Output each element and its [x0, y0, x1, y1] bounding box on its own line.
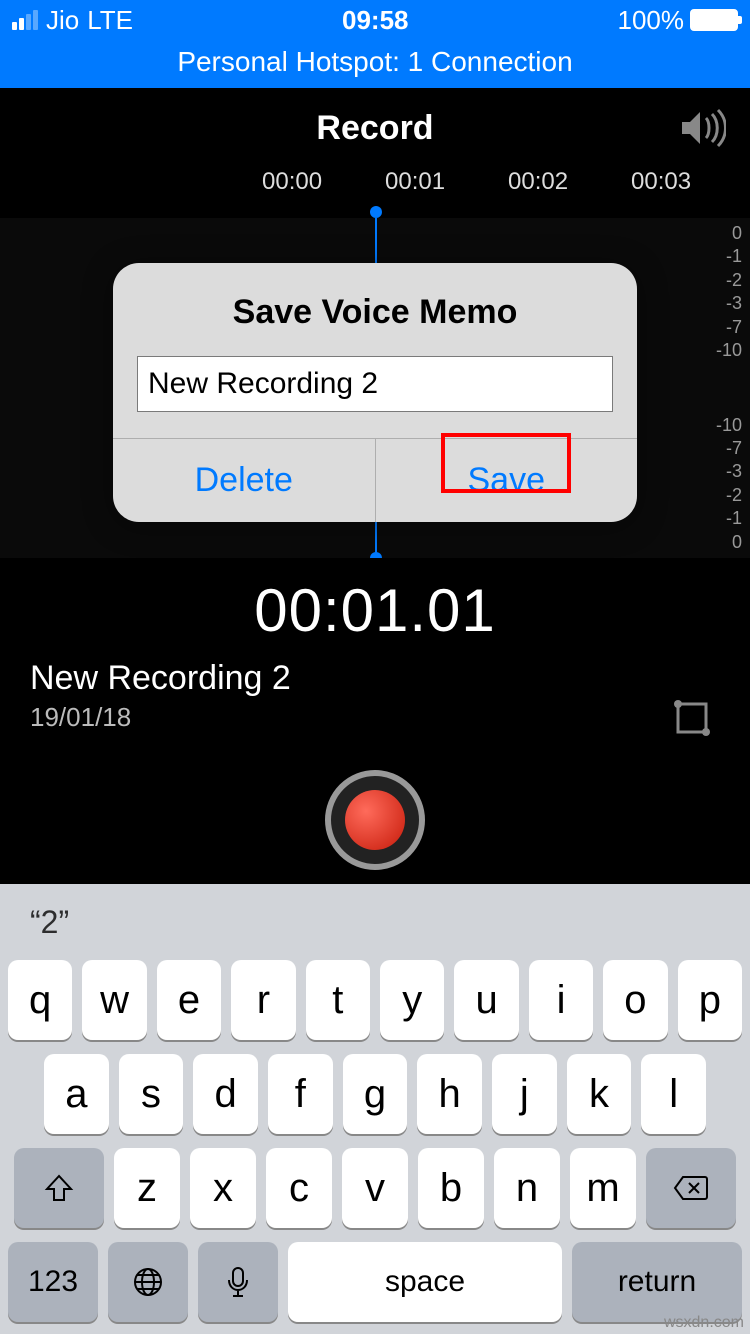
key-row-3: zxcvbnm: [0, 1148, 750, 1242]
recording-name: New Recording 2: [30, 659, 720, 698]
key-u[interactable]: u: [454, 960, 518, 1040]
page-title: Record: [316, 109, 433, 148]
network: LTE: [87, 5, 133, 36]
shift-key[interactable]: [14, 1148, 104, 1228]
key-r[interactable]: r: [231, 960, 295, 1040]
timer: 00:01.01: [0, 576, 750, 645]
globe-key[interactable]: [108, 1242, 188, 1322]
tick-2: 00:02: [508, 168, 568, 196]
numbers-key[interactable]: 123: [8, 1242, 98, 1322]
key-g[interactable]: g: [343, 1054, 408, 1134]
key-row-1: qwertyuiop: [0, 960, 750, 1054]
key-row-4: 123 space return: [0, 1242, 750, 1334]
key-c[interactable]: c: [266, 1148, 332, 1228]
watermark: wsxdn.com: [664, 1314, 744, 1332]
key-b[interactable]: b: [418, 1148, 484, 1228]
key-f[interactable]: f: [268, 1054, 333, 1134]
record-button[interactable]: [325, 770, 425, 870]
trim-icon[interactable]: [664, 690, 720, 746]
key-t[interactable]: t: [306, 960, 370, 1040]
key-e[interactable]: e: [157, 960, 221, 1040]
key-k[interactable]: k: [567, 1054, 632, 1134]
key-s[interactable]: s: [119, 1054, 184, 1134]
delete-button[interactable]: Delete: [113, 439, 375, 522]
key-i[interactable]: i: [529, 960, 593, 1040]
status-time: 09:58: [342, 5, 409, 36]
key-q[interactable]: q: [8, 960, 72, 1040]
signal-icon: [12, 10, 38, 30]
db-scale-top: 0-1-2-3-7-10: [716, 222, 742, 362]
key-w[interactable]: w: [82, 960, 146, 1040]
key-v[interactable]: v: [342, 1148, 408, 1228]
key-y[interactable]: y: [380, 960, 444, 1040]
key-h[interactable]: h: [417, 1054, 482, 1134]
key-o[interactable]: o: [603, 960, 667, 1040]
keyboard: “2” qwertyuiop asdfghjkl zxcvbnm 123 spa…: [0, 884, 750, 1334]
timeline[interactable]: 00:00 00:01 00:02 00:03: [0, 168, 750, 218]
key-p[interactable]: p: [678, 960, 742, 1040]
hotspot-banner[interactable]: Personal Hotspot: 1 Connection: [0, 40, 750, 88]
battery-icon: [690, 9, 738, 31]
speaker-icon[interactable]: [678, 108, 726, 148]
key-z[interactable]: z: [114, 1148, 180, 1228]
save-dialog: Save Voice Memo Delete Save: [113, 263, 637, 522]
db-scale-bottom: -10-7-3-2-10: [716, 414, 742, 554]
recording-date: 19/01/18: [30, 702, 720, 733]
tick-3: 00:03: [631, 168, 691, 196]
key-m[interactable]: m: [570, 1148, 636, 1228]
save-button[interactable]: Save: [375, 439, 638, 522]
key-row-2: asdfghjkl: [0, 1054, 750, 1148]
key-l[interactable]: l: [641, 1054, 706, 1134]
key-d[interactable]: d: [193, 1054, 258, 1134]
carrier: Jio: [46, 5, 79, 36]
nav-bar: Record: [0, 88, 750, 168]
tick-1: 00:01: [385, 168, 445, 196]
mic-key[interactable]: [198, 1242, 278, 1322]
return-key[interactable]: return: [572, 1242, 742, 1322]
space-key[interactable]: space: [288, 1242, 562, 1322]
key-x[interactable]: x: [190, 1148, 256, 1228]
dialog-title: Save Voice Memo: [113, 263, 637, 356]
suggestion-bar[interactable]: “2”: [0, 884, 750, 960]
tick-0: 00:00: [262, 168, 322, 196]
key-n[interactable]: n: [494, 1148, 560, 1228]
status-bar: Jio LTE 09:58 100%: [0, 0, 750, 40]
backspace-key[interactable]: [646, 1148, 736, 1228]
memo-name-input[interactable]: [137, 356, 613, 412]
key-a[interactable]: a: [44, 1054, 109, 1134]
battery-pct: 100%: [617, 5, 684, 36]
key-j[interactable]: j: [492, 1054, 557, 1134]
